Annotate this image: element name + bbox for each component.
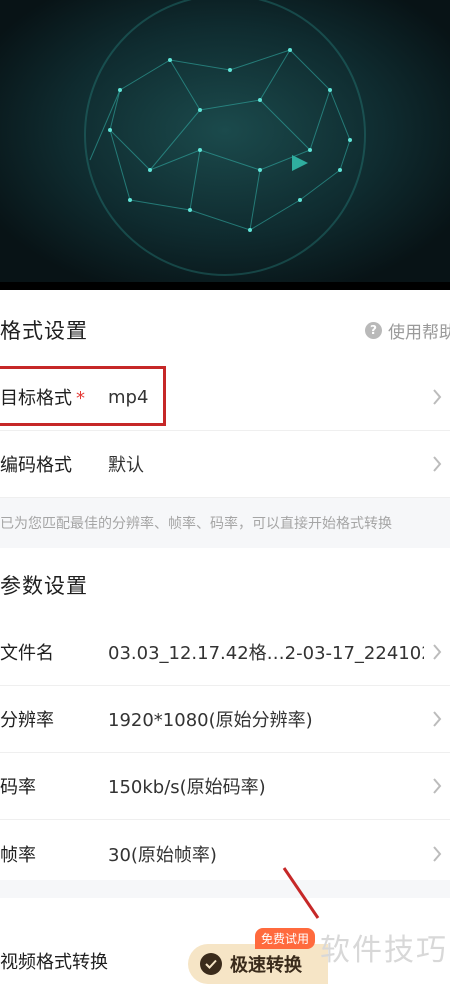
encoding-format-value: 默认 <box>108 455 144 476</box>
annotation-arrow <box>282 867 320 919</box>
section-divider <box>0 880 450 898</box>
target-format-value: mp4 <box>108 386 149 408</box>
required-asterisk: * <box>76 388 85 409</box>
watermark-text: 软件技巧 <box>320 933 448 968</box>
help-label: 使用帮助 <box>388 322 450 343</box>
encoding-format-label: 编码格式 <box>0 455 72 476</box>
encoding-format-row[interactable]: 编码格式 默认 <box>0 431 450 498</box>
chevron-right-icon <box>424 711 450 727</box>
resolution-value: 1920*1080(原始分辨率) <box>108 710 313 731</box>
param-section-title: 参数设置 <box>0 574 88 598</box>
format-section-header: 格式设置 ? 使用帮助 <box>0 295 450 365</box>
bitrate-label: 码率 <box>0 777 36 798</box>
resolution-row[interactable]: 分辨率 1920*1080(原始分辨率) <box>0 686 450 753</box>
framerate-row[interactable]: 帧率 30(原始帧率) <box>0 820 450 887</box>
filename-value: 03.03_12.17.42格…2-03-17_224102 <box>108 643 424 664</box>
filename-row[interactable]: 文件名 03.03_12.17.42格…2-03-17_224102 <box>0 619 450 686</box>
free-trial-badge: 免费试用 <box>255 928 316 949</box>
bitrate-value: 150kb/s(原始码率) <box>108 777 266 798</box>
question-icon: ? <box>365 321 382 339</box>
video-preview[interactable] <box>0 0 450 290</box>
fast-convert-label: 极速转换 <box>230 955 302 976</box>
chevron-right-icon <box>424 845 450 862</box>
tip-text: 已为您匹配最佳的分辨率、帧率、码率，可以直接开始格式转换 <box>0 516 392 532</box>
filename-label: 文件名 <box>0 643 54 664</box>
bottom-title: 视频格式转换 <box>0 952 108 973</box>
param-section-header: 参数设置 <box>0 550 450 620</box>
check-icon <box>200 953 222 975</box>
format-section-title: 格式设置 <box>0 319 88 343</box>
tip-bar: 已为您匹配最佳的分辨率、帧率、码率，可以直接开始格式转换 <box>0 498 450 548</box>
target-format-row[interactable]: 目标格式 * mp4 <box>0 364 450 431</box>
framerate-label: 帧率 <box>0 844 36 866</box>
chevron-right-icon <box>424 389 450 405</box>
chevron-right-icon <box>424 778 450 794</box>
preview-bottom-bar <box>0 282 450 290</box>
chevron-right-icon <box>424 456 450 472</box>
framerate-value: 30(原始帧率) <box>108 844 217 866</box>
fast-convert-button[interactable]: 极速转换 <box>188 944 328 984</box>
chevron-right-icon <box>424 644 450 660</box>
target-format-label: 目标格式 * <box>0 388 85 409</box>
bitrate-row[interactable]: 码率 150kb/s(原始码率) <box>0 753 450 820</box>
network-sphere-image <box>0 0 450 290</box>
resolution-label: 分辨率 <box>0 710 54 731</box>
help-link[interactable]: ? 使用帮助 <box>365 318 450 343</box>
